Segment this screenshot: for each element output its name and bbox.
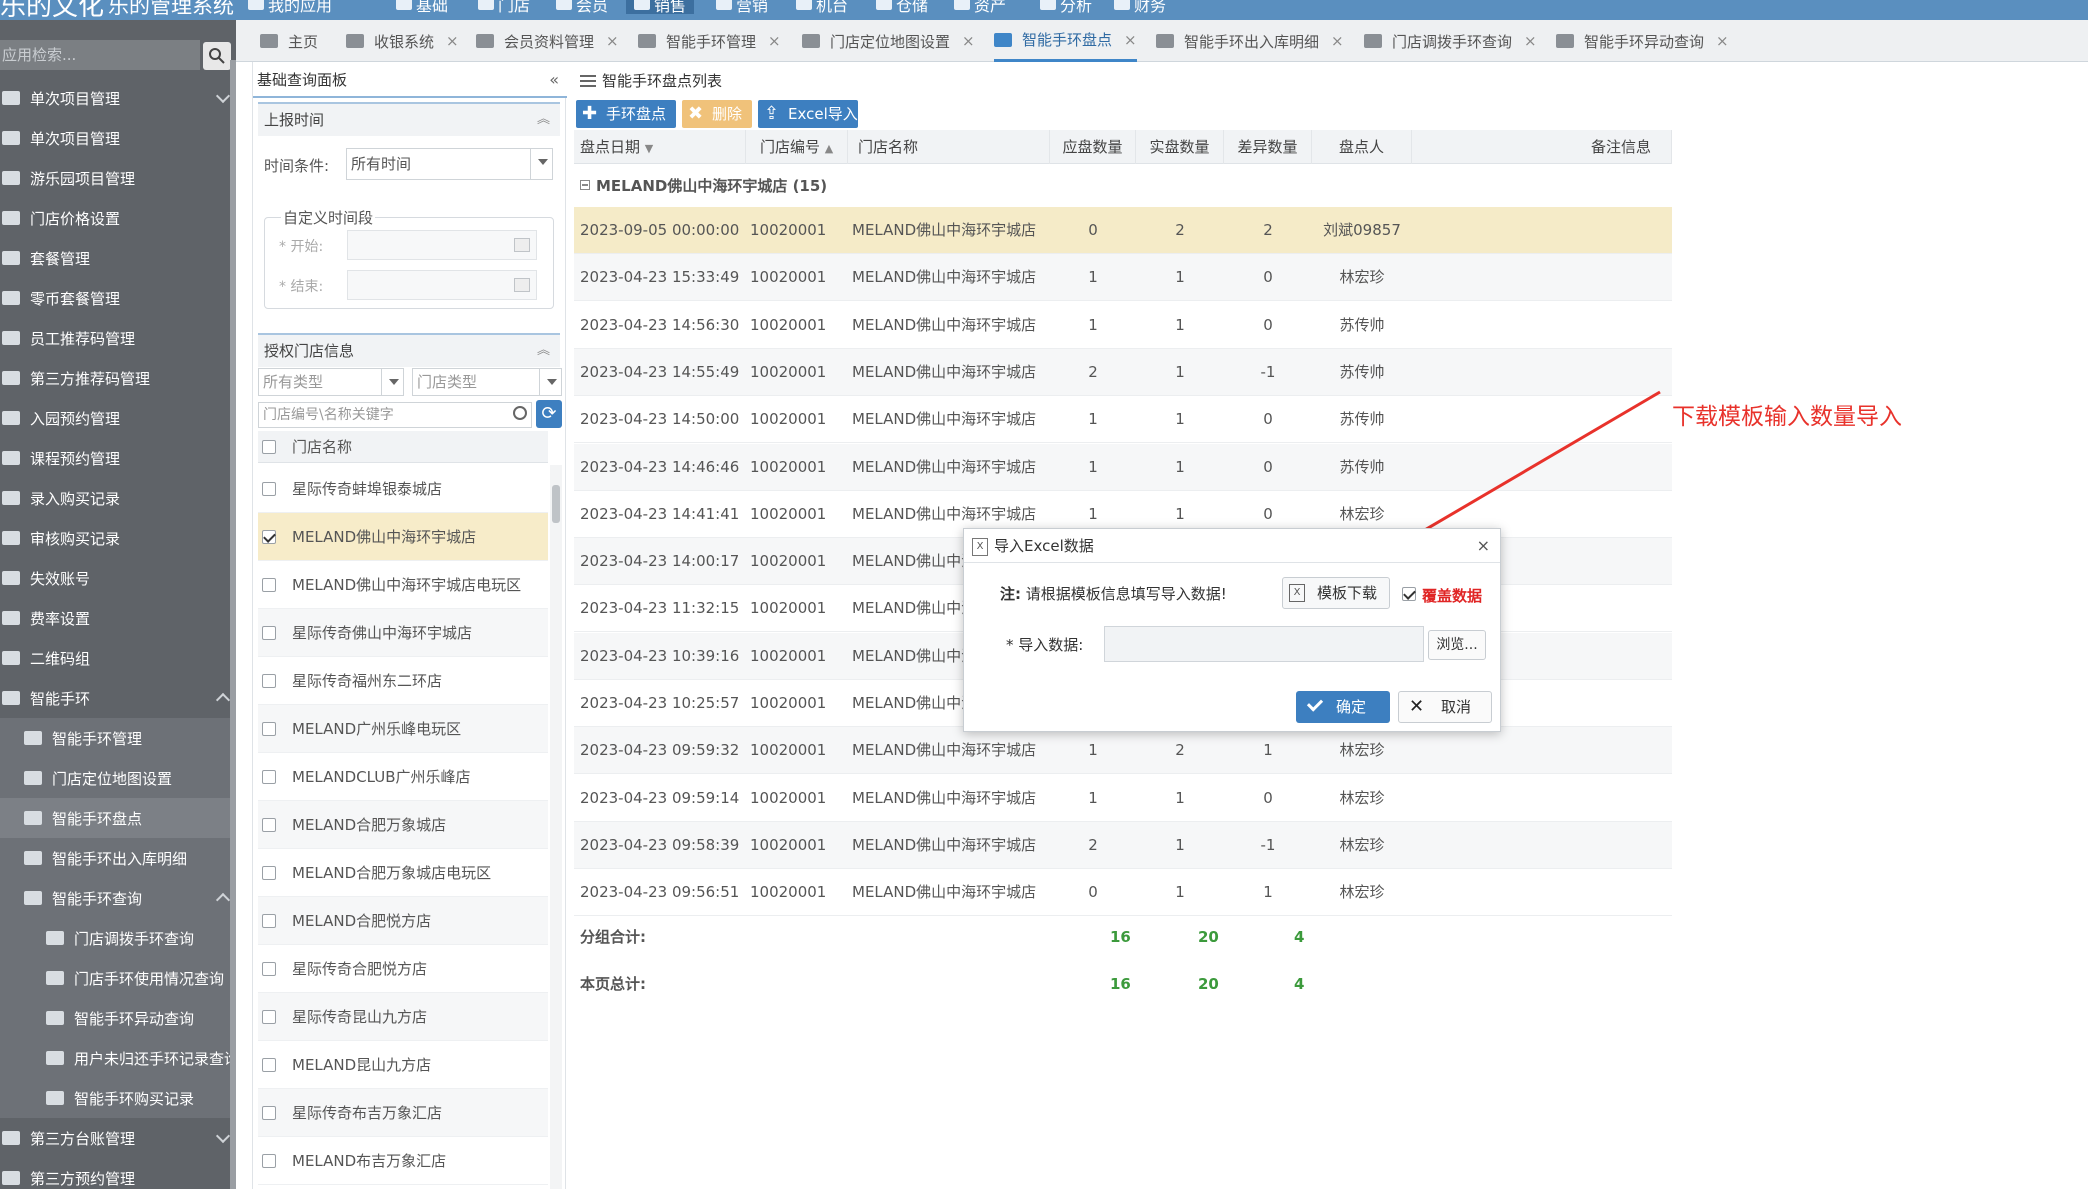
note-prefix: 注: xyxy=(1000,585,1021,603)
excel-file-icon: X xyxy=(972,538,988,556)
checkbox-icon[interactable] xyxy=(1402,587,1416,601)
cover-label: 覆盖数据 xyxy=(1422,587,1483,605)
dialog-title: 导入Excel数据 xyxy=(994,537,1094,555)
annotation-text: 下载模板输入数量导入 xyxy=(1672,404,1902,430)
excel-file-icon: X xyxy=(1289,584,1305,602)
button-label: 模板下载 xyxy=(1317,584,1378,602)
cancel-button[interactable]: ✕ 取消 xyxy=(1398,691,1492,723)
template-download-button[interactable]: X 模板下载 xyxy=(1282,577,1390,609)
cover-data-checkbox[interactable]: 覆盖数据 xyxy=(1402,585,1482,606)
check-icon xyxy=(1306,695,1324,712)
button-label: 取消 xyxy=(1441,698,1472,716)
import-excel-dialog: X 导入Excel数据 × 注: 请根据模板信息填写导入数据! X 模板下载 覆盖… xyxy=(963,528,1501,732)
close-icon: ✕ xyxy=(1409,696,1425,717)
button-label: 确定 xyxy=(1336,698,1367,716)
import-file-input[interactable] xyxy=(1104,626,1424,662)
import-note: 注: 请根据模板信息填写导入数据! xyxy=(1000,583,1227,604)
close-icon[interactable]: × xyxy=(1477,529,1490,563)
browse-button[interactable]: 浏览... xyxy=(1428,630,1486,660)
dialog-title-bar: X 导入Excel数据 × xyxy=(964,529,1500,563)
confirm-button[interactable]: 确定 xyxy=(1296,691,1390,723)
import-data-label: * 导入数据: xyxy=(1006,636,1084,654)
note-text: 请根据模板信息填写导入数据! xyxy=(1025,585,1227,603)
